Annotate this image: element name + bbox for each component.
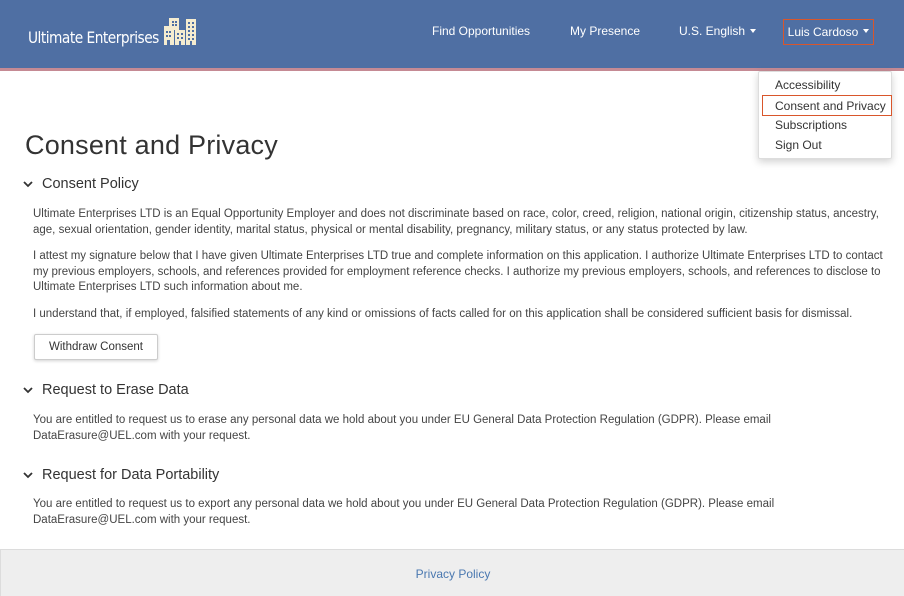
nav-my-presence[interactable]: My Presence <box>570 24 640 38</box>
section-title: Request to Erase Data <box>42 382 189 398</box>
top-navbar: Ultimate Enterprises Find Opportunities … <box>0 0 904 68</box>
consent-paragraph-attestation: I attest my signature below that I have … <box>33 250 883 294</box>
nav-find-opportunities[interactable]: Find Opportunities <box>432 24 530 38</box>
user-dropdown-menu: Accessibility Consent and Privacy Subscr… <box>758 71 892 159</box>
language-label: U.S. English <box>679 24 746 38</box>
section-title: Request for Data Portability <box>42 467 220 483</box>
buildings-icon <box>164 18 196 45</box>
menu-item-subscriptions[interactable]: Subscriptions <box>775 118 847 132</box>
chevron-down-icon <box>23 472 33 479</box>
page-title: Consent and Privacy <box>25 130 278 160</box>
footer: Privacy Policy <box>0 549 904 596</box>
consent-paragraph-falsification: I understand that, if employed, falsifie… <box>33 308 853 320</box>
erase-data-paragraph: You are entitled to request us to erase … <box>33 414 771 442</box>
brand[interactable]: Ultimate Enterprises <box>28 16 196 52</box>
chevron-down-icon <box>23 181 33 188</box>
privacy-policy-link[interactable]: Privacy Policy <box>1 567 904 581</box>
menu-item-sign-out[interactable]: Sign Out <box>775 138 822 152</box>
caret-down-icon <box>750 28 757 33</box>
brand-name: Ultimate Enterprises <box>28 27 159 47</box>
section-toggle-consent-policy[interactable]: Consent Policy <box>22 176 139 192</box>
data-portability-paragraph: You are entitled to request us to export… <box>33 498 775 526</box>
section-title: Consent Policy <box>42 176 139 192</box>
menu-item-label: Consent and Privacy <box>775 98 886 113</box>
chevron-down-icon <box>23 387 33 394</box>
caret-down-icon <box>863 29 870 33</box>
section-toggle-data-portability[interactable]: Request for Data Portability <box>22 467 219 483</box>
user-menu-toggle[interactable]: Luis Cardoso <box>783 19 874 45</box>
menu-item-consent-and-privacy[interactable]: Consent and Privacy <box>762 95 892 116</box>
language-dropdown[interactable]: U.S. English <box>679 24 757 38</box>
menu-item-accessibility[interactable]: Accessibility <box>775 78 840 92</box>
section-toggle-erase-data[interactable]: Request to Erase Data <box>22 382 189 398</box>
withdraw-consent-button[interactable]: Withdraw Consent <box>34 334 158 360</box>
consent-paragraph-eoe: Ultimate Enterprises LTD is an Equal Opp… <box>33 208 879 236</box>
user-name: Luis Cardoso <box>787 25 859 39</box>
